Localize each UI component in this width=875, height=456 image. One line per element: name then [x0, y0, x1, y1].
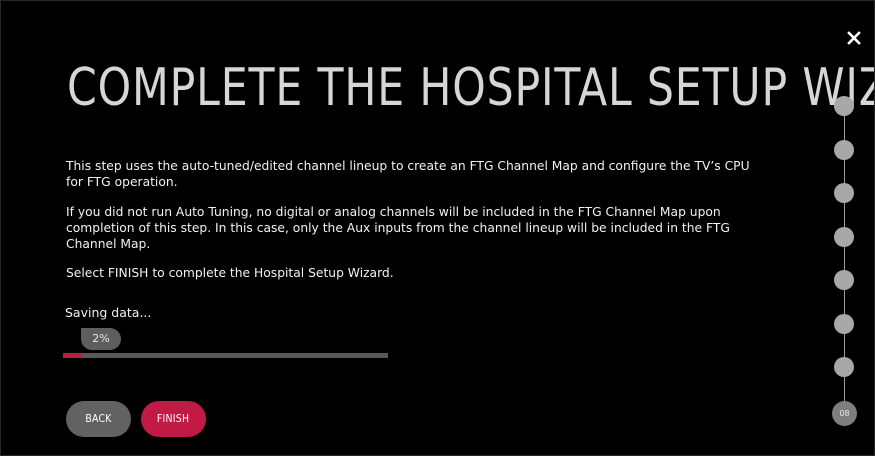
close-button[interactable] [844, 28, 864, 48]
step-dot-4 [834, 226, 854, 247]
progress-percent-badge: 2% [81, 328, 121, 350]
step-dot-3 [834, 183, 854, 203]
description-paragraph-1: This step uses the auto-tuned/edited cha… [66, 159, 750, 189]
finish-button-label: FINISH [157, 412, 190, 425]
page-title: COMPLETE THE HOSPITAL SETUP WIZARD [67, 58, 874, 118]
progress-bar [63, 353, 388, 358]
close-icon [847, 31, 861, 45]
finish-button[interactable]: FINISH [141, 401, 206, 437]
back-button[interactable]: BACK [66, 401, 131, 437]
step-dot-7 [834, 357, 854, 377]
progress-bar-fill [63, 353, 81, 358]
back-button-label: BACK [85, 412, 112, 425]
hospital-setup-wizard-screen: COMPLETE THE HOSPITAL SETUP WIZARD This … [0, 0, 875, 456]
step-dot-1 [834, 96, 854, 116]
current-step-indicator: 08 [832, 401, 857, 426]
step-dot-2 [834, 139, 854, 160]
saving-status-text: Saving data... [65, 305, 152, 320]
step-dot-6 [834, 313, 854, 334]
description-paragraph-2: If you did not run Auto Tuning, no digit… [66, 205, 730, 251]
step-dot-5 [834, 270, 854, 290]
instruction-text: Select FINISH to complete the Hospital S… [66, 266, 394, 280]
